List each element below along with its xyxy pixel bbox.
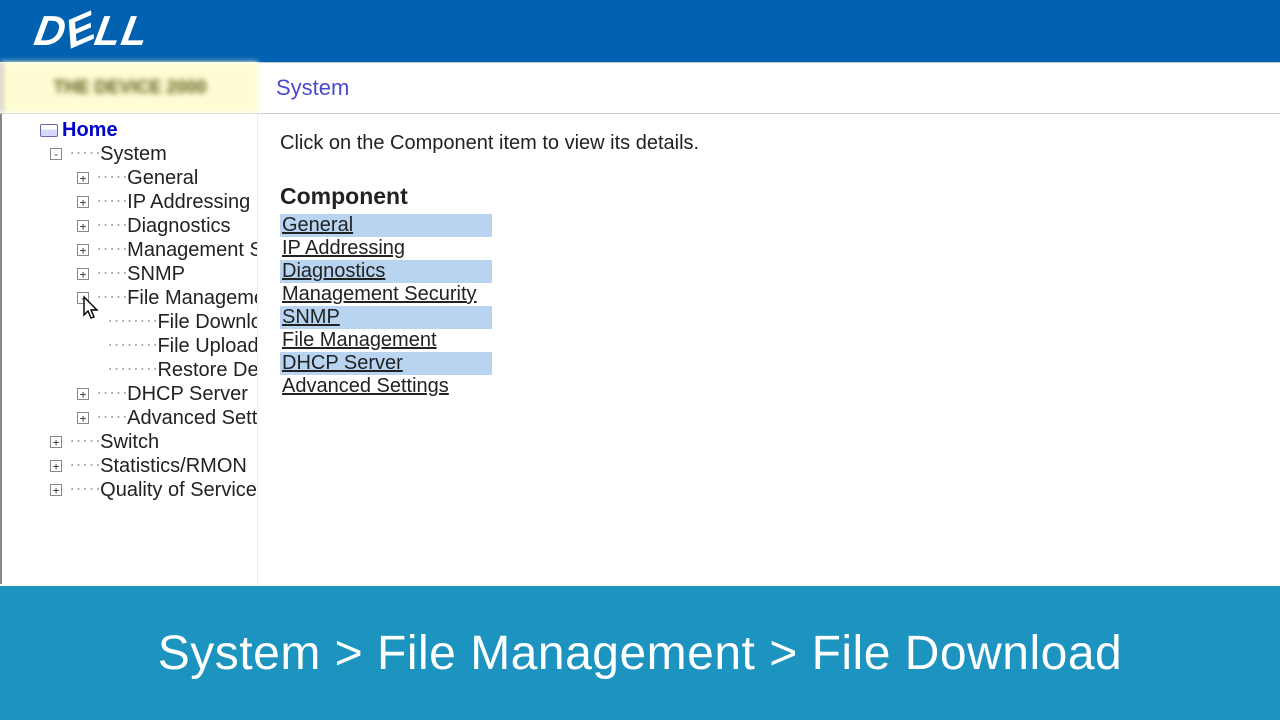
tree-item-diagnostics[interactable]: + ····· Diagnostics	[2, 214, 257, 238]
tree-label: Statistics/RMON	[100, 455, 247, 478]
component-link-advanced-settings[interactable]: Advanced Settings	[282, 375, 449, 397]
tree-item-general[interactable]: + ····· General	[2, 166, 257, 190]
expand-icon[interactable]: +	[77, 172, 89, 184]
expand-icon[interactable]: +	[50, 460, 62, 472]
tree-label: SNMP	[127, 263, 185, 286]
app-header: DELL	[0, 0, 1280, 62]
tree-item-quality-of-service[interactable]: + ····· Quality of Service	[2, 478, 257, 502]
component-link-file-management[interactable]: File Management	[282, 329, 437, 351]
tree-item-snmp[interactable]: + ····· SNMP	[2, 262, 257, 286]
tree-item-file-upload[interactable]: ········ File Upload	[2, 334, 257, 358]
tree-item-advanced-settings[interactable]: + ····· Advanced Settin	[2, 406, 257, 430]
instruction-text: Click on the Component item to view its …	[280, 132, 1258, 155]
top-bar: THE DEVICE 2000 System	[0, 62, 1280, 114]
nav-tree: Home - ····· System + ····· General + ··…	[0, 114, 258, 584]
tree-item-ipaddressing[interactable]: + ····· IP Addressing	[2, 190, 257, 214]
tree-label: Advanced Settin	[127, 407, 258, 430]
expand-icon[interactable]: +	[77, 220, 89, 232]
component-link-ip-addressing[interactable]: IP Addressing	[282, 237, 405, 259]
expand-icon[interactable]: +	[77, 268, 89, 280]
folder-icon	[40, 124, 58, 137]
tree-home[interactable]: Home	[2, 118, 257, 142]
component-link-snmp[interactable]: SNMP	[282, 306, 340, 328]
tree-label: File Upload	[157, 335, 258, 358]
caption-text: System > File Management > File Download	[158, 626, 1122, 681]
caption-banner: System > File Management > File Download	[0, 586, 1280, 720]
tree-label: Diagnostics	[127, 215, 230, 238]
collapse-icon[interactable]: -	[77, 292, 89, 304]
tree-label: File Managemer	[127, 287, 258, 310]
collapse-icon[interactable]: -	[50, 148, 62, 160]
tree-label: IP Addressing	[127, 191, 250, 214]
tree-item-restore-defaults[interactable]: ········ Restore Defa	[2, 358, 257, 382]
tree-label: General	[127, 167, 198, 190]
tree-label: Quality of Service	[100, 479, 257, 502]
expand-icon[interactable]: +	[77, 196, 89, 208]
component-link-management-security[interactable]: Management Security	[282, 283, 477, 305]
tree-label: Management Se	[127, 239, 258, 262]
page-title: System	[258, 62, 1280, 113]
expand-icon[interactable]: +	[77, 412, 89, 424]
tree-label: Switch	[100, 431, 159, 454]
tree-item-file-download[interactable]: ········ File Downloa	[2, 310, 257, 334]
tree-system[interactable]: - ····· System	[2, 142, 257, 166]
tree-label: File Downloa	[157, 311, 258, 334]
tree-item-switch[interactable]: + ····· Switch	[2, 430, 257, 454]
tree-item-dhcp-server[interactable]: + ····· DHCP Server	[2, 382, 257, 406]
component-link-general[interactable]: General	[282, 214, 353, 236]
tree-item-file-management[interactable]: - ····· File Managemer	[2, 286, 257, 310]
tree-label: Restore Defa	[157, 359, 258, 382]
expand-icon[interactable]: +	[77, 388, 89, 400]
expand-icon[interactable]: +	[77, 244, 89, 256]
main-content: Click on the Component item to view its …	[258, 114, 1280, 584]
expand-icon[interactable]: +	[50, 436, 62, 448]
component-link-diagnostics[interactable]: Diagnostics	[282, 260, 385, 282]
tree-item-statistics-rmon[interactable]: + ····· Statistics/RMON	[2, 454, 257, 478]
component-header: Component	[280, 183, 1258, 210]
tree-label: System	[100, 143, 167, 166]
device-label: THE DEVICE 2000	[0, 62, 258, 113]
tree-label: Home	[62, 119, 118, 142]
tree-label: DHCP Server	[127, 383, 248, 406]
expand-icon[interactable]: +	[50, 484, 62, 496]
tree-item-management-security[interactable]: + ····· Management Se	[2, 238, 257, 262]
component-link-dhcp-server[interactable]: DHCP Server	[282, 352, 403, 374]
dell-logo: DELL	[31, 7, 153, 55]
